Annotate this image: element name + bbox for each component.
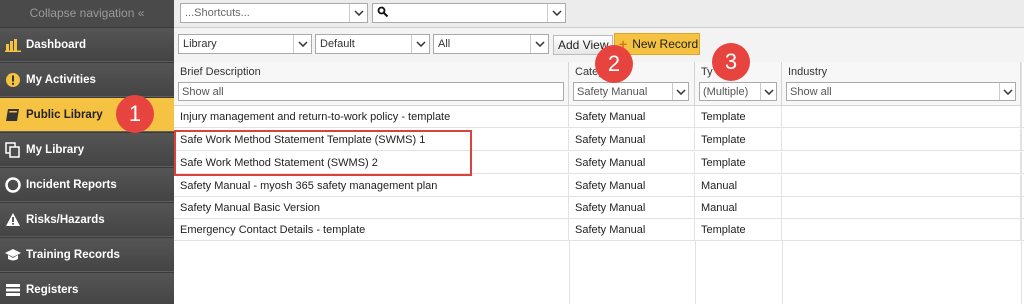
library-select[interactable]: Library [178,34,312,54]
column-divider [1021,62,1022,304]
annotation-badge-1: 1 [116,95,154,133]
top-bar: ...Shortcuts... [174,0,1024,28]
column-divider [695,241,696,304]
cell-category: Safety Manual [569,219,695,241]
filter-value: Safety Manual [577,85,648,98]
annotation-badge-2: 2 [595,45,633,83]
cell-industry [782,175,1021,197]
brief-description-filter-input[interactable]: Show all [178,82,564,101]
table-row[interactable]: Safety Manual Basic Version Safety Manua… [174,197,1024,219]
industry-filter-select[interactable]: Show all [786,82,1016,101]
cell-type: Template [695,219,782,241]
cell-category: Safety Manual [569,175,695,197]
column-divider [782,241,783,304]
cell-type: Manual [695,175,782,197]
sidebar-item-dashboard[interactable]: Dashboard [0,27,174,62]
cell-brief-description[interactable]: Emergency Contact Details - template [174,219,569,241]
search-icon [377,6,389,21]
column-label: Industry [788,66,828,78]
cell-type: Template [695,129,782,151]
cell-type: Template [695,152,782,174]
type-filter-select[interactable]: (Multiple) [699,82,777,101]
sidebar-item-risks-hazards[interactable]: Risks/Hazards [0,202,174,237]
view-select[interactable]: Default [315,34,430,54]
list-icon [4,281,22,299]
cell-brief-description[interactable]: Safety Manual - myosh 365 safety managem… [174,175,569,197]
shortcuts-select[interactable]: ...Shortcuts... [180,3,368,23]
cell-category: Safety Manual [569,106,695,128]
shortcuts-select-value: ...Shortcuts... [185,7,250,19]
column-divider [569,241,570,304]
cell-brief-description[interactable]: Safety Manual Basic Version [174,197,569,219]
chevron-down-icon [530,35,548,53]
sidebar-item-label: Incident Reports [26,178,117,191]
cell-industry [782,152,1021,174]
warning-icon [4,211,22,229]
cell-category: Safety Manual [569,197,695,219]
sidebar-item-my-library[interactable]: My Library [0,132,174,167]
chevron-down-icon [293,35,311,53]
column-label: Ty [701,66,713,78]
chevron-down-icon [999,83,1015,100]
graduation-cap-icon [4,246,22,264]
sidebar-item-incident-reports[interactable]: Incident Reports [0,167,174,202]
sidebar-item-training-records[interactable]: Training Records [0,237,174,272]
cell-industry [782,197,1021,219]
sidebar-item-label: Public Library [26,108,103,121]
table-row[interactable]: Injury management and return-to-work pol… [174,106,1024,128]
chevron-down-icon [672,83,688,100]
book-icon [4,106,22,124]
cell-industry [782,129,1021,151]
chevron-down-icon [760,83,776,100]
sidebar: Collapse navigation « Dashboard My Activ… [0,0,174,304]
view-select-value: Default [320,38,355,50]
table-row[interactable]: Safety Manual - myosh 365 safety managem… [174,175,1024,197]
copy-icon [4,141,22,159]
cell-industry [782,106,1021,128]
cell-category: Safety Manual [569,152,695,174]
column-header-industry[interactable]: Industry Show all [782,62,1021,106]
sidebar-item-label: Risks/Hazards [26,213,105,226]
sidebar-item-label: Dashboard [26,38,87,51]
annotation-badge-3: 3 [712,43,750,81]
cell-brief-description[interactable]: Injury management and return-to-work pol… [174,106,569,128]
filter-select-value: All [438,38,451,50]
sidebar-item-label: My Library [26,143,85,156]
sidebar-item-label: Registers [26,283,79,296]
highlight-box [174,130,472,176]
filter-value: Show all [790,85,832,98]
records-grid: Brief Description Show all Categ Safety … [174,62,1024,304]
cell-category: Safety Manual [569,129,695,151]
alert-icon [4,71,22,89]
chevron-down-icon [547,4,565,22]
table-row[interactable]: Emergency Contact Details - template Saf… [174,219,1024,241]
lifebuoy-icon [4,176,22,194]
new-record-label: New Record [632,37,699,51]
filter-value: (Multiple) [703,85,749,98]
cell-type: Manual [695,197,782,219]
collapse-navigation-button[interactable]: Collapse navigation « [0,0,174,27]
chevron-down-icon [349,4,367,22]
sidebar-item-registers[interactable]: Registers [0,272,174,304]
filter-select[interactable]: All [433,34,549,54]
sidebar-item-my-activities[interactable]: My Activities [0,62,174,97]
sidebar-item-label: Training Records [26,248,120,261]
filter-value: Show all [182,85,224,98]
bar-chart-icon [4,36,22,54]
column-label: Brief Description [180,66,261,78]
cell-industry [782,219,1021,241]
chevron-down-icon [411,35,429,53]
cell-type: Template [695,106,782,128]
column-header-brief-description[interactable]: Brief Description Show all [174,62,569,106]
category-filter-select[interactable]: Safety Manual [573,82,689,101]
sidebar-item-label: My Activities [26,73,96,86]
search-input[interactable] [372,3,566,23]
library-select-value: Library [183,38,217,50]
